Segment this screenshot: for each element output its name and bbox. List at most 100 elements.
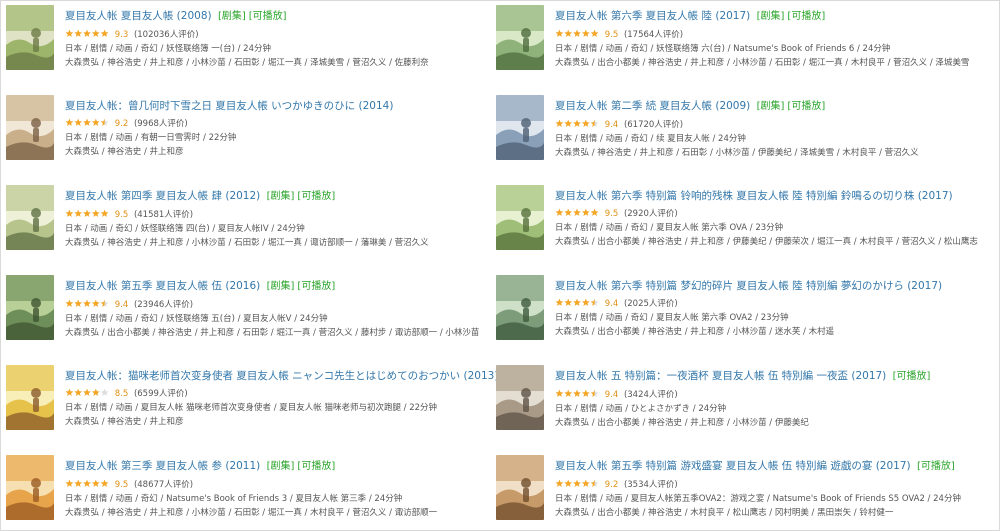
cover-thumbnail[interactable] [6, 275, 54, 340]
result-info: 夏目友人帐 第五季 夏目友人帳 伍 (2016) [剧集] [可播放] 9.4 (… [65, 279, 501, 340]
cover-thumbnail[interactable] [6, 95, 54, 160]
result-title[interactable]: 夏目友人帐 第六季 特别篇 铃响的残株 夏目友人帳 陸 特別編 鈴鳴るの切り株 … [555, 190, 953, 202]
rating-count: (3424人评价) [623, 390, 678, 400]
rating-score: 9.4 [604, 299, 619, 309]
rating-count: (23946人评价) [133, 300, 194, 310]
result-info: 夏目友人帐 第五季 特别篇 游戏盛宴 夏目友人帳 伍 特別編 遊戯の宴 (201… [555, 459, 991, 520]
cover-thumbnail[interactable] [6, 365, 54, 430]
cover-thumbnail[interactable] [496, 275, 544, 340]
result-item: 夏目友人帐：曾几何时下雪之日 夏目友人帳 いつかゆきのひに (2014) 9.2… [1, 91, 501, 181]
cover-thumbnail[interactable] [496, 95, 544, 160]
result-tags: [剧集] [可播放] [264, 190, 336, 202]
title-line: 夏目友人帐 第四季 夏目友人帳 肆 (2012) [剧集] [可播放] [65, 189, 501, 204]
playable-tag[interactable]: [可播放] [297, 461, 335, 472]
series-tag[interactable]: [剧集] [267, 191, 295, 202]
playable-tag[interactable]: [可播放] [249, 11, 287, 22]
result-info: 夏目友人帐 五 特别篇：一夜酒杯 夏目友人帳 伍 特別編 一夜盃 (2017) … [555, 369, 991, 430]
playable-tag[interactable]: [可播放] [297, 281, 335, 292]
rating-line: 9.3 (102036人评价) [65, 29, 501, 42]
rating-count: (2025人评价) [623, 299, 678, 309]
rating-line: 9.5 (17564人评价) [555, 29, 991, 42]
playable-tag[interactable]: [可播放] [893, 371, 931, 382]
rating-score: 9.5 [114, 480, 129, 490]
meta-info: 日本 / 剧情 / 动画 / 奇幻 / 夏目友人帐 第六季 OVA2 / 23分… [555, 313, 789, 323]
meta-cast: 大森贵弘 / 出合小都美 / 神谷浩史 / 木村良平 / 松山鹰志 / 冈村明美… [555, 508, 894, 518]
result-item: 夏目友人帐 第六季 夏目友人帳 陸 (2017) [剧集] [可播放] 9.5 (… [491, 1, 991, 91]
result-title[interactable]: 夏目友人帐 夏目友人帳 (2008) [65, 10, 212, 22]
result-title[interactable]: 夏目友人帐 第四季 夏目友人帳 肆 (2012) [65, 190, 260, 202]
result-item: 夏目友人帐 第二季 続 夏目友人帳 (2009) [剧集] [可播放] 9.4 (… [491, 91, 991, 181]
meta-info: 日本 / 剧情 / 动画 / ひとよさかずき / 24分钟 [555, 404, 727, 414]
playable-tag[interactable]: [可播放] [297, 191, 335, 202]
result-item: 夏目友人帐 五 特别篇：一夜酒杯 夏目友人帳 伍 特別編 一夜盃 (2017) … [491, 361, 991, 451]
rating-count: (2920人评价) [623, 209, 678, 219]
result-info: 夏目友人帐：猫咪老师首次变身使者 夏目友人帳 ニャンコ先生とはじめてのおつかい … [65, 369, 501, 429]
result-item: 夏目友人帐：猫咪老师首次变身使者 夏目友人帳 ニャンコ先生とはじめてのおつかい … [1, 361, 501, 451]
rating-stars [555, 119, 599, 132]
rating-stars [65, 209, 109, 222]
result-title[interactable]: 夏目友人帐：猫咪老师首次变身使者 夏目友人帳 ニャンコ先生とはじめてのおつかい … [65, 370, 498, 382]
title-line: 夏目友人帐 夏目友人帳 (2008) [剧集] [可播放] [65, 9, 501, 24]
rating-score: 8.5 [114, 389, 129, 399]
result-tags: [剧集] [可播放] [754, 10, 826, 22]
meta-cast: 大森贵弘 / 神谷浩史 / 井上和彦 [65, 417, 184, 427]
rating-stars [65, 299, 109, 312]
playable-tag[interactable]: [可播放] [787, 101, 825, 112]
rating-score: 9.2 [604, 480, 619, 490]
rating-stars [65, 118, 109, 131]
meta-info: 日本 / 剧情 / 动画 / 奇幻 / 妖怪联络簿 一(台) / 24分钟 [65, 44, 271, 54]
result-title[interactable]: 夏目友人帐 第六季 夏目友人帳 陸 (2017) [555, 10, 750, 22]
result-title[interactable]: 夏目友人帐 第二季 続 夏目友人帳 (2009) [555, 100, 750, 112]
rating-stars [555, 29, 599, 42]
result-title[interactable]: 夏目友人帐 第三季 夏目友人帳 参 (2011) [65, 460, 260, 472]
meta-info: 日本 / 剧情 / 动画 / 奇幻 / Natsume's Book of Fr… [65, 494, 403, 504]
result-title[interactable]: 夏目友人帐：曾几何时下雪之日 夏目友人帳 いつかゆきのひに (2014) [65, 100, 393, 112]
meta-info: 日本 / 剧情 / 动画 / 奇幻 / 夏目友人帐 第六季 OVA / 23分钟 [555, 223, 784, 233]
meta-info: 日本 / 动画 / 奇幻 / 妖怪联络簿 四(台) / 夏目友人帐IV / 24… [65, 224, 305, 234]
rating-count: (17564人评价) [623, 30, 684, 40]
meta-cast: 大森贵弘 / 神谷浩史 / 井上和彦 / 小林沙苗 / 石田彰 / 堀江一真 /… [65, 58, 429, 68]
cover-thumbnail[interactable] [496, 5, 544, 70]
rating-count: (9968人评价) [133, 119, 188, 129]
result-info: 夏目友人帐：曾几何时下雪之日 夏目友人帳 いつかゆきのひに (2014) 9.2… [65, 99, 501, 159]
meta-cast: 大森贵弘 / 出合小都美 / 神谷浩史 / 井上和彦 / 小林沙苗 / 伊藤美纪 [555, 418, 809, 428]
series-tag[interactable]: [剧集] [267, 461, 295, 472]
result-title[interactable]: 夏目友人帐 第五季 特别篇 游戏盛宴 夏目友人帳 伍 特別編 遊戯の宴 (201… [555, 460, 911, 472]
cover-thumbnail[interactable] [496, 455, 544, 520]
result-item: 夏目友人帐 第三季 夏目友人帳 参 (2011) [剧集] [可播放] 9.5 (… [1, 451, 501, 531]
playable-tag[interactable]: [可播放] [917, 461, 955, 472]
result-item: 夏目友人帐 第六季 特别篇 铃响的残株 夏目友人帳 陸 特別編 鈴鳴るの切り株 … [491, 181, 991, 271]
result-item: 夏目友人帐 夏目友人帳 (2008) [剧集] [可播放] 9.3 (102036… [1, 1, 501, 91]
title-line: 夏目友人帐 第五季 特别篇 游戏盛宴 夏目友人帳 伍 特別編 遊戯の宴 (201… [555, 459, 991, 474]
result-title[interactable]: 夏目友人帐 第六季 特别篇 梦幻的碎片 夏目友人帳 陸 特別編 夢幻のかけら (… [555, 280, 942, 292]
result-tags: [剧集] [可播放] [264, 460, 336, 472]
series-tag[interactable]: [剧集] [757, 101, 785, 112]
result-info: 夏目友人帐 第四季 夏目友人帳 肆 (2012) [剧集] [可播放] 9.5 (… [65, 189, 501, 250]
meta-cast: 大森贵弘 / 出合小都美 / 神谷浩史 / 井上和彦 / 小林沙苗 / 石田彰 … [555, 58, 970, 68]
rating-stars [555, 208, 599, 221]
cover-thumbnail[interactable] [496, 185, 544, 250]
cover-thumbnail[interactable] [6, 5, 54, 70]
results-column-left: 夏目友人帐 夏目友人帳 (2008) [剧集] [可播放] 9.3 (102036… [1, 1, 501, 531]
title-line: 夏目友人帐 第五季 夏目友人帳 伍 (2016) [剧集] [可播放] [65, 279, 501, 294]
result-info: 夏目友人帐 第六季 特别篇 梦幻的碎片 夏目友人帳 陸 特別編 夢幻のかけら (… [555, 279, 991, 339]
result-tags: [可播放] [890, 370, 931, 382]
playable-tag[interactable]: [可播放] [787, 11, 825, 22]
title-line: 夏目友人帐 五 特别篇：一夜酒杯 夏目友人帳 伍 特別編 一夜盃 (2017) … [555, 369, 991, 384]
series-tag[interactable]: [剧集] [267, 281, 295, 292]
cover-thumbnail[interactable] [6, 185, 54, 250]
series-tag[interactable]: [剧集] [757, 11, 785, 22]
cover-thumbnail[interactable] [6, 455, 54, 520]
result-info: 夏目友人帐 夏目友人帳 (2008) [剧集] [可播放] 9.3 (102036… [65, 9, 501, 70]
result-tags: [剧集] [可播放] [754, 100, 826, 112]
rating-line: 9.5 (48677人评价) [65, 479, 501, 492]
series-tag[interactable]: [剧集] [218, 11, 246, 22]
result-title[interactable]: 夏目友人帐 五 特别篇：一夜酒杯 夏目友人帳 伍 特別編 一夜盃 (2017) [555, 370, 886, 382]
rating-count: (102036人评价) [133, 30, 199, 40]
title-line: 夏目友人帐 第六季 夏目友人帳 陸 (2017) [剧集] [可播放] [555, 9, 991, 24]
rating-line: 9.4 (61720人评价) [555, 119, 991, 132]
cover-thumbnail[interactable] [496, 365, 544, 430]
rating-line: 9.2 (3534人评价) [555, 479, 991, 492]
result-title[interactable]: 夏目友人帐 第五季 夏目友人帳 伍 (2016) [65, 280, 260, 292]
meta-cast: 大森贵弘 / 出合小都美 / 神谷浩史 / 井上和彦 / 伊藤美纪 / 伊藤荣次… [555, 237, 978, 247]
